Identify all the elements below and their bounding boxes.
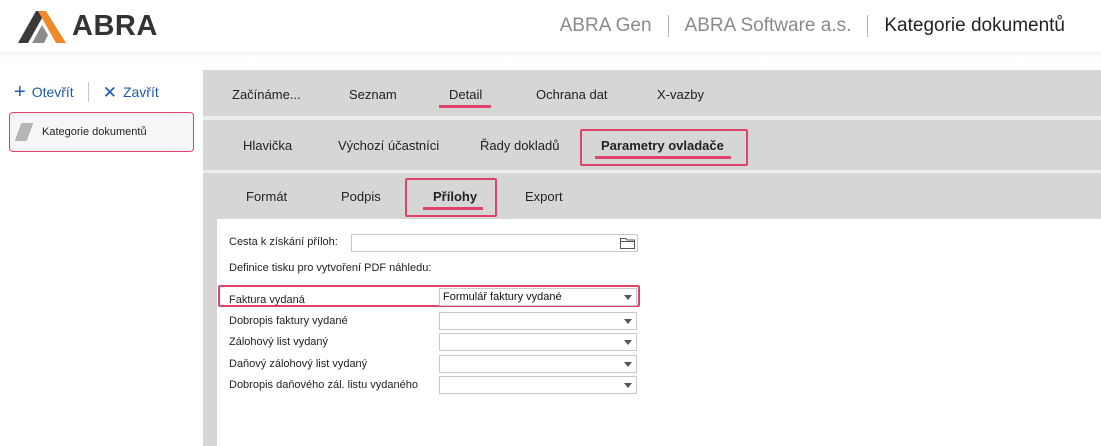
row-label-faktura-vydana: Faktura vydaná xyxy=(229,294,305,306)
close-button[interactable]: ✕ Zavřít xyxy=(103,84,159,101)
folder-icon[interactable] xyxy=(620,237,635,249)
attachments-form: Cesta k získání příloh: Definice tisku p… xyxy=(217,219,1101,446)
tab-detail[interactable]: Detail xyxy=(449,87,482,102)
open-label: Otevřít xyxy=(31,84,74,100)
tab-prilohy[interactable]: Přílohy xyxy=(433,189,477,204)
row-label-dobropis-faktury: Dobropis faktury vydané xyxy=(229,315,348,327)
header-divider xyxy=(667,15,669,37)
tab-hlavicka[interactable]: Hlavička xyxy=(243,138,292,153)
select-faktura-vydana[interactable]: Formulář faktury vydané xyxy=(439,288,637,306)
path-input[interactable] xyxy=(351,234,638,252)
row-label-dobropis-danoveho: Dobropis daňového zál. listu vydaného xyxy=(229,379,418,391)
app-header: ABRA ABRA Gen ABRA Software a.s. Kategor… xyxy=(0,0,1101,52)
tab-vychozi-ucastnici[interactable]: Výchozí účastníci xyxy=(338,138,439,153)
select-dobropis-danoveho[interactable] xyxy=(439,376,637,394)
params-tabbar: Formát Podpis Přílohy Export xyxy=(217,173,1101,219)
tab-zaciname[interactable]: Začínáme... xyxy=(232,87,301,102)
print-def-label: Definice tisku pro vytvoření PDF náhledu… xyxy=(229,262,432,274)
chevron-down-icon xyxy=(624,362,632,367)
tab-parametry-underline xyxy=(595,156,731,159)
chevron-down-icon xyxy=(624,383,632,388)
sidebar-item-kategorie-dokumentu[interactable]: Kategorie dokumentů xyxy=(9,112,194,152)
path-label: Cesta k získání příloh: xyxy=(229,236,338,248)
left-actions: + Otevřít ✕ Zavřít xyxy=(14,82,159,102)
select-value: Formulář faktury vydané xyxy=(443,291,562,303)
tab-prilohy-underline xyxy=(423,207,483,210)
logo-text: ABRA xyxy=(72,9,158,42)
chevron-down-icon xyxy=(624,340,632,345)
row-label-danovy-zalohovy-list: Daňový zálohový list vydaný xyxy=(229,358,368,370)
plus-icon: + xyxy=(14,81,26,103)
header-divider xyxy=(867,15,869,37)
product-name: ABRA Gen xyxy=(559,15,652,36)
open-button[interactable]: + Otevřít xyxy=(14,82,74,102)
tab-seznam[interactable]: Seznam xyxy=(349,87,397,102)
company-name: ABRA Software a.s. xyxy=(684,15,852,36)
chevron-down-icon xyxy=(624,319,632,324)
document-tile-icon xyxy=(14,123,34,141)
select-dobropis-faktury[interactable] xyxy=(439,312,637,330)
tab-x-vazby[interactable]: X-vazby xyxy=(657,87,704,102)
tab-parametry-ovladace[interactable]: Parametry ovladače xyxy=(601,138,724,153)
close-icon: ✕ xyxy=(102,82,117,102)
header-shadow xyxy=(0,52,1101,58)
detail-tabbar: Hlavička Výchozí účastníci Řady dokladů … xyxy=(203,120,1101,170)
main-tabbar: Začínáme... Seznam Detail Ochrana dat X-… xyxy=(203,70,1101,116)
tab-podpis[interactable]: Podpis xyxy=(341,189,381,204)
tab-export[interactable]: Export xyxy=(525,189,563,204)
abra-logo: ABRA xyxy=(18,9,158,43)
abra-logo-icon xyxy=(18,11,66,43)
page-title: Kategorie dokumentů xyxy=(884,15,1065,36)
actions-divider xyxy=(87,82,89,102)
tab-detail-underline xyxy=(439,105,491,108)
main-panel: Začínáme... Seznam Detail Ochrana dat X-… xyxy=(203,70,1101,446)
sidebar-item-label: Kategorie dokumentů xyxy=(42,126,147,138)
tab-format[interactable]: Formát xyxy=(246,189,287,204)
tab-rady-dokladu[interactable]: Řady dokladů xyxy=(480,138,560,153)
chevron-down-icon xyxy=(624,295,632,300)
row-label-zalohovy-list: Zálohový list vydaný xyxy=(229,336,329,348)
tab-ochrana-dat[interactable]: Ochrana dat xyxy=(536,87,608,102)
close-label: Zavřít xyxy=(122,84,159,100)
select-danovy-zalohovy-list[interactable] xyxy=(439,355,637,373)
driver-params-area: Formát Podpis Přílohy Export Cesta k zís… xyxy=(217,173,1101,446)
select-zalohovy-list[interactable] xyxy=(439,333,637,351)
